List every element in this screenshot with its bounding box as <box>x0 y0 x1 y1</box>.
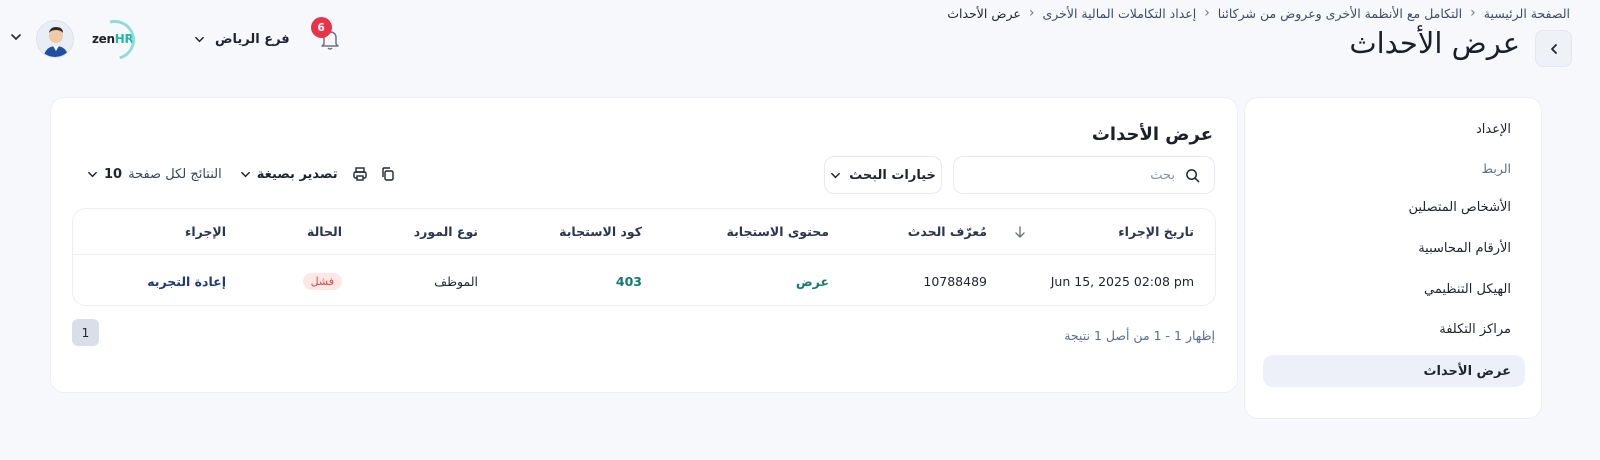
export-label: تصدير بصيغة <box>256 166 338 182</box>
events-table: تاريخ الإجراء مُعرّف الحدث محتوى الاستجا… <box>72 208 1216 306</box>
retry-link[interactable]: إعادة التجربه <box>147 255 226 305</box>
cell-event-id: 10788489 <box>923 273 987 289</box>
search-options-button[interactable]: خيارات البحث <box>824 156 942 194</box>
sort-arrow-down-icon[interactable] <box>1014 209 1026 254</box>
search-box[interactable] <box>953 156 1215 194</box>
cell-date: Jun 15, 2025 02:08 pm <box>1050 273 1194 289</box>
per-page-value: 10 <box>104 166 123 182</box>
notification-count-badge: 6 <box>310 17 332 38</box>
column-header-status[interactable]: الحالة <box>307 209 342 254</box>
sidebar-item-events[interactable]: عرض الأحداث <box>1263 355 1525 387</box>
chevron-left-icon: ‹ <box>1204 5 1210 21</box>
pagination-summary: إظهار 1 - 1 من أصل 1 نتيجة <box>1064 328 1215 343</box>
breadcrumb: الصفحة الرئيسية ‹ التكامل مع الأنظمة الأ… <box>947 5 1570 21</box>
chevron-down-icon <box>831 172 840 178</box>
status-badge: فشل <box>302 272 342 290</box>
cell-response-code: 403 <box>615 273 642 289</box>
sidebar-item-org-structure[interactable]: الهيكل التنظيمي <box>1245 282 1541 297</box>
export-format-button[interactable]: تصدير بصيغة <box>240 167 338 182</box>
response-content-link[interactable]: عرض <box>796 255 829 305</box>
sidebar-item-account-numbers[interactable]: الأرقام المحاسبية <box>1245 241 1541 256</box>
column-header-date[interactable]: تاريخ الإجراء <box>1118 209 1194 254</box>
user-menu-chevron-icon[interactable] <box>10 31 22 47</box>
chevron-left-icon: ‹ <box>1028 5 1035 21</box>
sidebar-section-linking: الربط <box>1481 161 1511 176</box>
cell-status: فشل <box>302 255 342 305</box>
print-icon[interactable] <box>352 166 368 182</box>
sidebar-item-setup[interactable]: الإعداد <box>1245 122 1541 137</box>
per-page-selector[interactable]: النتائج لكل صفحة 10 <box>87 167 222 182</box>
chevron-down-icon <box>88 171 97 177</box>
avatar[interactable] <box>36 20 74 58</box>
chevron-down-icon <box>195 36 204 42</box>
table-row: Jun 15, 2025 02:08 pm 10788489 عرض 403 ا… <box>73 255 1215 305</box>
breadcrumb-home[interactable]: الصفحة الرئيسية <box>1484 6 1570 21</box>
topbar-user-area: zenHR فرع الرياض 6 <box>8 12 344 68</box>
column-header-event-id[interactable]: مُعرّف الحدث <box>908 209 987 254</box>
breadcrumb-current: عرض الأحداث <box>947 5 1021 21</box>
back-button[interactable] <box>1535 30 1572 67</box>
card-title: عرض الأحداث <box>1091 124 1213 145</box>
breadcrumb-integrations[interactable]: التكامل مع الأنظمة الأخرى وعروض من شركائ… <box>1218 6 1462 21</box>
chevron-left-icon: ‹ <box>1470 5 1476 21</box>
zenhr-logo: zenHR <box>87 12 143 68</box>
search-options-label: خيارات البحث <box>849 167 936 183</box>
chevron-down-icon <box>240 171 250 177</box>
notifications-button[interactable]: 6 <box>310 17 344 53</box>
search-input[interactable] <box>995 167 1175 183</box>
events-card: عرض الأحداث خيارات البحث النتائج لكل صفح… <box>50 97 1238 393</box>
table-toolbar: النتائج لكل صفحة 10 تصدير بصيغة <box>87 166 396 182</box>
column-header-resource-type[interactable]: نوع المورد <box>414 209 478 254</box>
chevron-left-icon <box>1550 43 1557 54</box>
cell-resource-type: الموظف <box>434 273 478 289</box>
table-header-row: تاريخ الإجراء مُعرّف الحدث محتوى الاستجا… <box>73 209 1215 255</box>
page-button-1[interactable]: 1 <box>72 319 99 346</box>
page-title: عرض الأحداث <box>1349 26 1520 60</box>
sidebar-item-cost-centers[interactable]: مراكز التكلفة <box>1245 322 1541 337</box>
copy-icon[interactable] <box>380 166 396 182</box>
search-icon <box>1186 168 1200 182</box>
per-page-label: النتائج لكل صفحة <box>128 166 222 182</box>
sidebar-item-connected-people[interactable]: الأشخاص المتصلين <box>1245 200 1541 215</box>
branch-label: فرع الرياض <box>215 31 290 47</box>
settings-sidebar: الإعداد الربط الأشخاص المتصلين الأرقام ا… <box>1244 97 1542 419</box>
column-header-action: الإجراء <box>184 224 226 239</box>
column-header-response-code[interactable]: كود الاستجابة <box>559 209 642 254</box>
breadcrumb-financial-integrations[interactable]: إعداد التكاملات المالية الأخرى <box>1042 6 1196 21</box>
branch-selector[interactable]: فرع الرياض <box>194 32 290 47</box>
column-header-response-content[interactable]: محتوى الاستجابة <box>727 209 829 254</box>
